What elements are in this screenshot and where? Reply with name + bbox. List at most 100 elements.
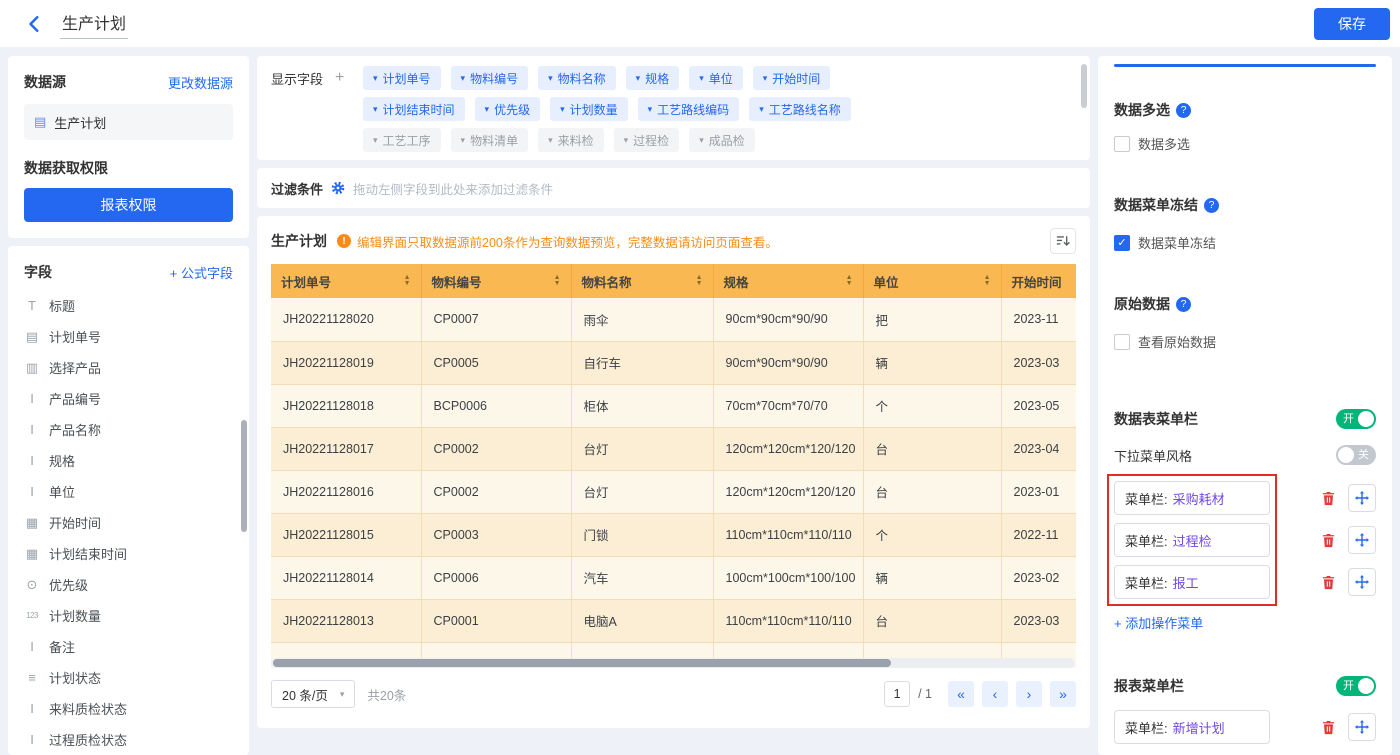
field-chip[interactable]: ▾开始时间: [753, 66, 831, 90]
field-item[interactable]: I规格: [24, 445, 233, 476]
menu-item-box[interactable]: 菜单栏: 过程检: [1114, 523, 1270, 557]
freeze-option[interactable]: ✓ 数据菜单冻结: [1114, 233, 1376, 252]
column-header[interactable]: 规格▲▼: [713, 264, 863, 298]
table-row[interactable]: JH20221128016CP0002台灯120cm*120cm*120/120…: [271, 470, 1076, 513]
first-page-button[interactable]: «: [948, 681, 974, 707]
move-icon[interactable]: [1348, 484, 1376, 512]
table-row[interactable]: JH20221128014CP0006汽车100cm*100cm*100/100…: [271, 556, 1076, 599]
multi-select-option[interactable]: 数据多选: [1114, 134, 1376, 153]
column-header[interactable]: 单位▲▼: [863, 264, 1001, 298]
page-title[interactable]: 生产计划: [60, 9, 128, 39]
field-chip[interactable]: ▾来料检: [538, 128, 604, 152]
save-button[interactable]: 保存: [1314, 8, 1390, 40]
field-chip[interactable]: ▾物料编号: [451, 66, 529, 90]
column-header[interactable]: 物料名称▲▼: [571, 264, 713, 298]
table-row[interactable]: JH20221128019CP0005自行车90cm*90cm*90/90辆20…: [271, 341, 1076, 384]
field-item[interactable]: ▦开始时间: [24, 507, 233, 538]
field-item[interactable]: ≡计划状态: [24, 662, 233, 693]
sort-button[interactable]: [1050, 228, 1076, 254]
add-display-field-button[interactable]: +: [335, 69, 344, 87]
field-item[interactable]: ▤计划单号: [24, 321, 233, 352]
move-icon[interactable]: [1348, 568, 1376, 596]
raw-data-option[interactable]: 查看原始数据: [1114, 332, 1376, 351]
field-item[interactable]: ▥选择产品: [24, 352, 233, 383]
move-icon[interactable]: [1348, 713, 1376, 741]
table-row[interactable]: JH20221128015CP0003门锁110cm*110cm*110/110…: [271, 513, 1076, 556]
next-page-button[interactable]: ›: [1016, 681, 1042, 707]
table-horizontal-scrollbar-thumb[interactable]: [273, 659, 891, 667]
last-page-button[interactable]: »: [1050, 681, 1076, 707]
sort-carets-icon[interactable]: ▲▼: [554, 275, 561, 287]
field-chip[interactable]: ▾过程检: [614, 128, 680, 152]
field-item[interactable]: I来料质检状态: [24, 693, 233, 724]
menu-value-link[interactable]: 新增计划: [1173, 718, 1225, 737]
table-menubar-toggle[interactable]: 开: [1336, 409, 1376, 429]
current-page-input[interactable]: 1: [884, 681, 910, 707]
table-row[interactable]: JH20221128020CP0007雨伞90cm*90cm*90/90把202…: [271, 298, 1076, 341]
sort-carets-icon[interactable]: ▲▼: [696, 275, 703, 287]
back-button[interactable]: [26, 15, 44, 33]
field-chip[interactable]: ▾成品检: [689, 128, 755, 152]
field-chip[interactable]: ▾工艺路线编码: [638, 97, 740, 121]
field-chip[interactable]: ▾计划结束时间: [363, 97, 465, 121]
chips-scrollbar[interactable]: [1081, 64, 1087, 108]
change-datasource-link[interactable]: 更改数据源: [168, 73, 233, 92]
field-chip[interactable]: ▾计划数量: [550, 97, 628, 121]
raw-data-checkbox[interactable]: [1114, 334, 1130, 350]
prev-page-button[interactable]: ‹: [982, 681, 1008, 707]
help-icon[interactable]: ?: [1176, 297, 1191, 312]
help-icon[interactable]: ?: [1204, 198, 1219, 213]
add-formula-field-link[interactable]: + 公式字段: [170, 263, 233, 282]
help-icon[interactable]: ?: [1176, 103, 1191, 118]
sort-carets-icon[interactable]: ▲▼: [404, 275, 411, 287]
table-row[interactable]: JH20221128018BCP0006柜体70cm*70cm*70/70个20…: [271, 384, 1076, 427]
table-row[interactable]: JH20221128013CP0001电脑A110cm*110cm*110/11…: [271, 599, 1076, 642]
field-item[interactable]: T标题: [24, 290, 233, 321]
field-item[interactable]: I过程质检状态: [24, 724, 233, 755]
menu-item-box[interactable]: 菜单栏:新增计划: [1114, 710, 1270, 744]
field-chip[interactable]: ▾物料清单: [451, 128, 529, 152]
trash-icon[interactable]: [1321, 720, 1336, 735]
gear-icon[interactable]: [331, 181, 345, 195]
field-chip[interactable]: ▾工艺路线名称: [749, 97, 851, 121]
field-item[interactable]: I备注: [24, 631, 233, 662]
field-item[interactable]: ▦计划结束时间: [24, 538, 233, 569]
column-header[interactable]: 开始时间▲▼: [1001, 264, 1076, 298]
field-chip[interactable]: ▾计划单号: [363, 66, 441, 90]
field-chip[interactable]: ▾工艺工序: [363, 128, 441, 152]
field-chip[interactable]: ▾单位: [689, 66, 743, 90]
column-header[interactable]: 计划单号▲▼: [271, 264, 421, 298]
field-chip[interactable]: ▾优先级: [475, 97, 541, 121]
add-menu-link[interactable]: + 添加操作菜单: [1114, 613, 1203, 632]
field-item[interactable]: ⊙优先级: [24, 569, 233, 600]
field-item[interactable]: I单位: [24, 476, 233, 507]
report-menubar-toggle[interactable]: 开: [1336, 676, 1376, 696]
field-chip[interactable]: ▾物料名称: [538, 66, 616, 90]
menu-item-box[interactable]: 菜单栏:采购耗材: [1114, 481, 1270, 515]
sort-carets-icon[interactable]: ▲▼: [846, 275, 853, 287]
table-row[interactable]: JH20221128017CP0002台灯120cm*120cm*120/120…: [271, 427, 1076, 470]
menu-item-box[interactable]: 菜单栏:报工: [1114, 565, 1270, 599]
trash-icon[interactable]: [1321, 491, 1336, 506]
fields-scrollbar[interactable]: [241, 420, 247, 532]
dropdown-style-toggle[interactable]: 关: [1336, 445, 1376, 465]
menu-value-link[interactable]: 报工: [1173, 573, 1199, 592]
field-item[interactable]: I产品编号: [24, 383, 233, 414]
trash-icon[interactable]: [1321, 533, 1336, 548]
field-item[interactable]: 123计划数量: [24, 600, 233, 631]
move-icon[interactable]: [1348, 526, 1376, 554]
menu-value-link[interactable]: 采购耗材: [1173, 489, 1225, 508]
report-permission-button[interactable]: 报表权限: [24, 188, 233, 222]
menu-label: 菜单栏:: [1125, 531, 1168, 550]
sort-carets-icon[interactable]: ▲▼: [984, 275, 991, 287]
datasource-item[interactable]: ▤ 生产计划: [24, 104, 233, 140]
menu-value-link[interactable]: 过程检: [1173, 531, 1212, 550]
field-chip[interactable]: ▾规格: [626, 66, 680, 90]
column-header[interactable]: 物料编号▲▼: [421, 264, 571, 298]
trash-icon[interactable]: [1321, 575, 1336, 590]
table-horizontal-scrollbar-track[interactable]: [271, 658, 1075, 668]
field-item[interactable]: I产品名称: [24, 414, 233, 445]
multi-select-checkbox[interactable]: [1114, 136, 1130, 152]
page-size-select[interactable]: 20 条/页 ▾: [271, 680, 355, 708]
freeze-checkbox[interactable]: ✓: [1114, 235, 1130, 251]
